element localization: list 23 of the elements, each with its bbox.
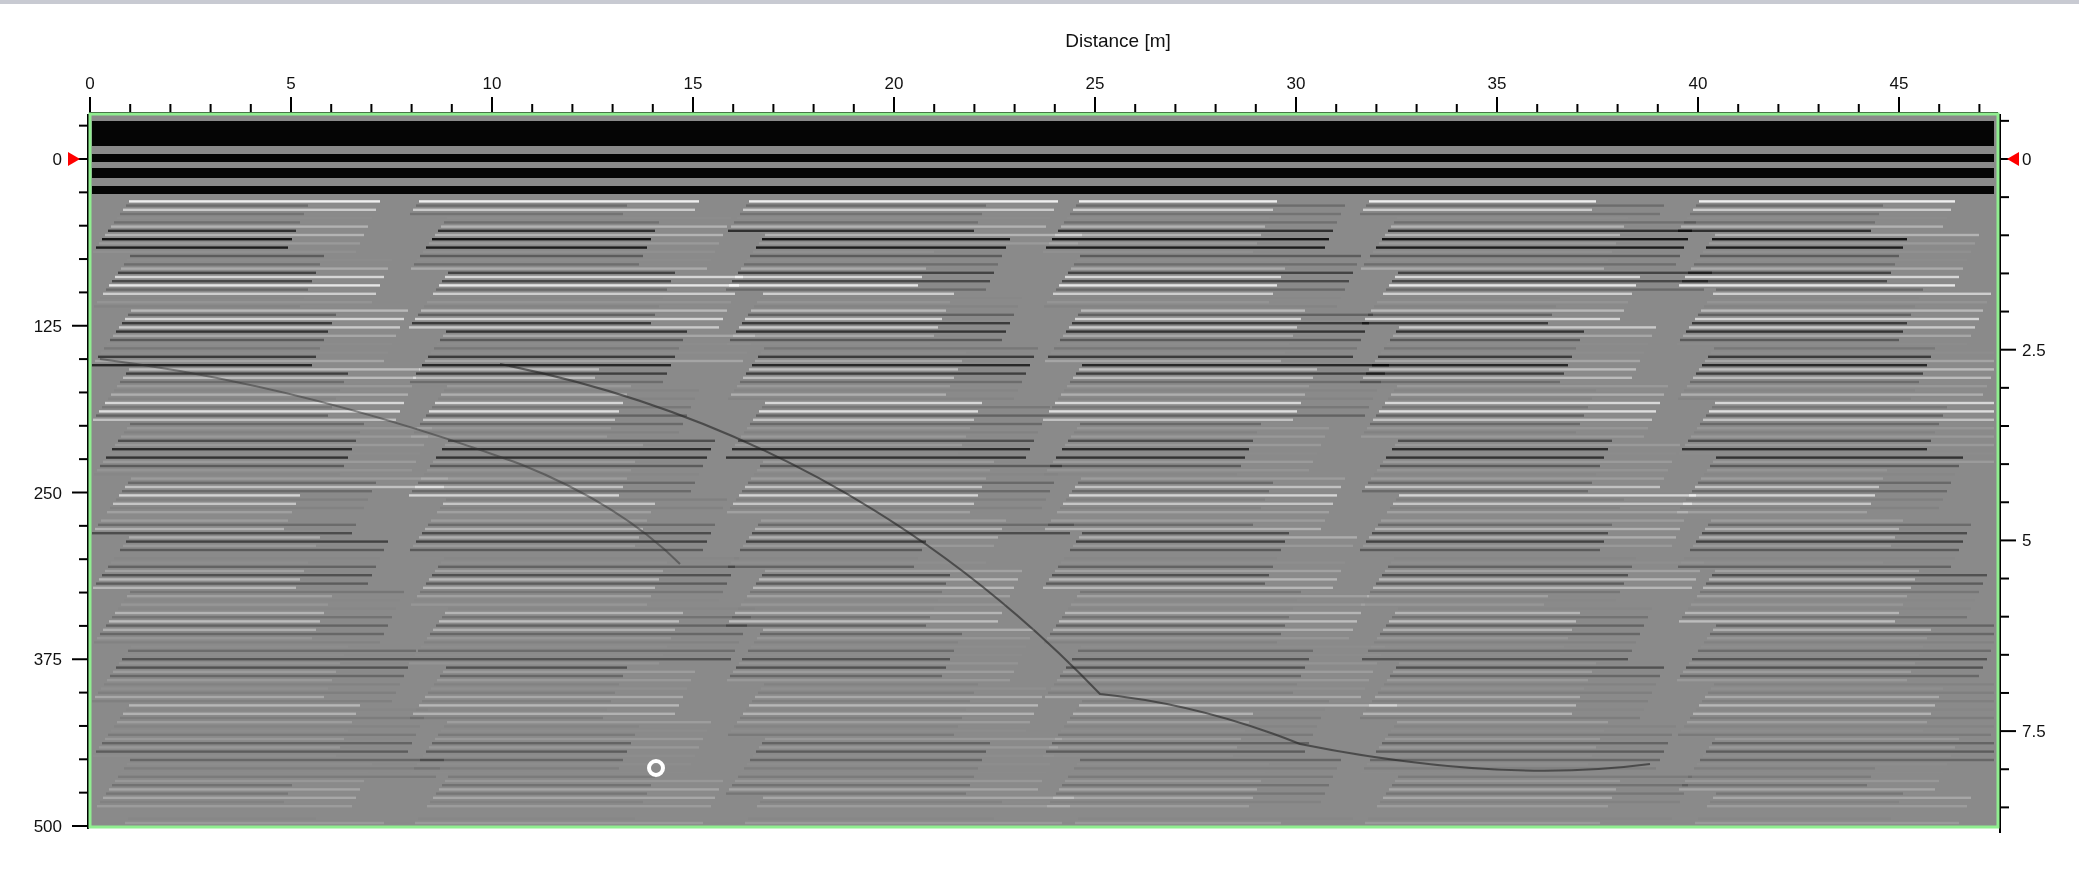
tick-label: 2.5: [2022, 340, 2046, 360]
tick-label: 500: [33, 817, 62, 836]
marker-triangle-icon: [2007, 152, 2019, 166]
axis-title: Distance [m]: [1065, 30, 1171, 51]
marker-triangle-icon: [68, 152, 80, 166]
tick-label: 40: [1688, 74, 1708, 93]
tick-label: 10: [482, 74, 502, 93]
tick-label: 375: [33, 650, 62, 670]
tick-label: 5: [286, 74, 296, 93]
tick-label: 35: [1487, 74, 1507, 93]
tick-label: 15: [683, 74, 703, 93]
tick-label: 30: [1286, 74, 1306, 93]
tick-label: 125: [33, 316, 62, 336]
tick-label: 5: [2022, 531, 2032, 551]
tick-label: 0: [52, 150, 62, 169]
tick-label: 20: [884, 74, 904, 93]
tick-label: 0: [85, 74, 95, 93]
circle-marker-icon: [647, 759, 665, 777]
tick-label: 0: [2022, 150, 2032, 169]
tick-label: 45: [1889, 74, 1909, 93]
tick-label: 250: [33, 483, 62, 503]
tick-label: 25: [1085, 74, 1105, 93]
tick-label: 7.5: [2022, 722, 2046, 742]
